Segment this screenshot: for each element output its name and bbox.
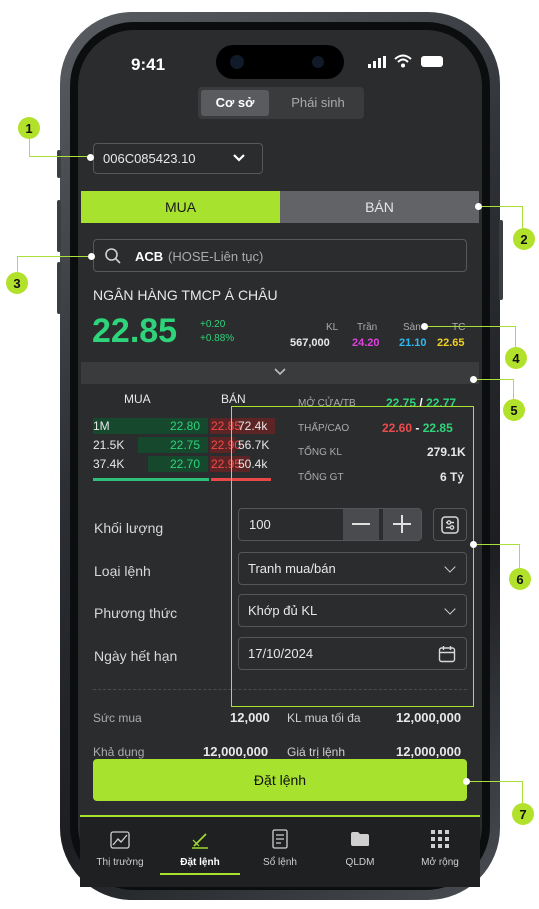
place-order-button[interactable]: Đặt lệnh [93,759,467,801]
buying-power-value: 12,000 [230,710,270,725]
bid-price[interactable]: 22.75 [170,437,200,453]
callout-dot [463,778,470,785]
search-exchange: (HOSE-Liên tục) [168,249,264,264]
tab-sell[interactable]: BÁN [280,191,479,223]
phone-side-button [57,200,61,252]
expand-bar[interactable] [81,362,479,384]
nav-label: QLDM [345,857,375,868]
battery-icon [421,56,443,67]
bid-price[interactable]: 22.70 [170,456,200,472]
callout-line [29,135,90,157]
callout-dot [87,154,94,161]
search-icon [105,248,121,264]
orderbook-sell-header: BÁN [221,392,246,406]
bid-volume: 1M [93,419,110,433]
callout-line [479,206,523,228]
callout-badge-7: 7 [512,803,534,825]
tran-header: Trần [357,322,378,333]
available-value: 12,000,000 [203,744,269,759]
highlight-box [231,406,474,707]
ceiling-price: 24.20 [352,337,380,349]
expiry-label: Ngày hết hạn [94,648,178,664]
tab-co-so[interactable]: Cơ sở [201,90,269,116]
order-pen-icon [192,833,208,849]
nav-active-indicator [160,873,240,875]
nav-item-dat-lenh[interactable]: Đặt lệnh [160,815,240,879]
search-symbol: ACB [135,249,164,264]
callout-dot [470,541,477,548]
symbol-search[interactable]: ACB (HOSE-Liên tục) [93,239,467,272]
tab-phai-sinh[interactable]: Phái sinh [278,90,358,116]
callout-badge-3: 3 [6,272,28,294]
camera-icon [230,55,244,69]
max-qty-label: KL mua tối đa [287,711,361,725]
phone-side-button [499,220,503,300]
tab-buy[interactable]: MUA [81,191,280,223]
callout-dot [475,203,482,210]
order-value-label: Giá trị lệnh [287,745,346,759]
bid-price[interactable]: 22.80 [170,418,200,434]
floor-price: 21.10 [399,337,427,349]
order-type-label: Loại lệnh [94,563,151,579]
nav-label: Thị trường [96,857,144,868]
sensor-icon [312,56,324,68]
price-change: +0.20 [200,319,226,330]
last-price: 22.85 [92,312,178,350]
method-label: Phương thức [94,605,178,621]
nav-label: Đặt lệnh [180,857,220,868]
callout-badge-4: 4 [505,347,527,369]
callout-line [467,781,523,803]
company-name: NGÂN HÀNG TMCP Á CHÂU [93,287,278,303]
callout-dot [421,323,428,330]
dynamic-island [216,45,344,79]
market-toggle: Cơ sở Phái sinh [198,87,364,119]
callout-line [474,379,514,399]
buying-power-label: Sức mua [93,711,142,725]
quantity-label: Khối lượng [94,520,164,536]
chart-icon [110,831,130,849]
callout-dot [470,376,477,383]
price-change-pct: +0.88% [200,333,235,344]
bid-volume: 37.4K [93,457,125,471]
max-qty-value: 12,000,000 [396,710,462,725]
signal-icon [368,56,386,68]
san-header: Sàn [403,322,421,333]
callout-dot [88,253,95,260]
chevron-down-icon [274,368,286,376]
grid-icon [431,830,449,848]
callout-badge-1: 1 [18,117,40,139]
callout-badge-5: 5 [503,399,525,421]
callout-line [17,256,91,272]
nav-label: Mở rộng [421,857,459,868]
nav-label: Sổ lệnh [263,857,297,868]
status-time: 9:41 [131,55,166,74]
callout-badge-6: 6 [509,568,531,590]
kl-header: KL [326,322,339,333]
account-number: 006C085423.10 [103,151,196,166]
account-selector[interactable]: 006C085423.10 [93,143,263,174]
nav-item-so-lenh[interactable]: Sổ lệnh [240,815,320,879]
nav-item-qldm[interactable]: QLDM [320,815,400,879]
chevron-down-icon [233,154,245,162]
nav-item-thi-truong[interactable]: Thị trường [80,815,160,879]
folder-icon [351,832,369,846]
buy-ratio-bar [93,478,209,481]
orderbook-buy-header: MUA [124,392,151,406]
callout-badge-2: 2 [513,228,535,250]
kl-value: 567,000 [290,337,330,349]
wifi-icon [394,54,412,68]
callout-line [474,544,520,568]
callout-line [424,326,516,348]
order-value: 12,000,000 [396,744,462,759]
available-label: Khả dụng [93,745,145,759]
order-book-icon [272,829,288,849]
bid-volume: 21.5K [93,438,125,452]
nav-item-mo-rong[interactable]: Mở rộng [400,815,480,879]
